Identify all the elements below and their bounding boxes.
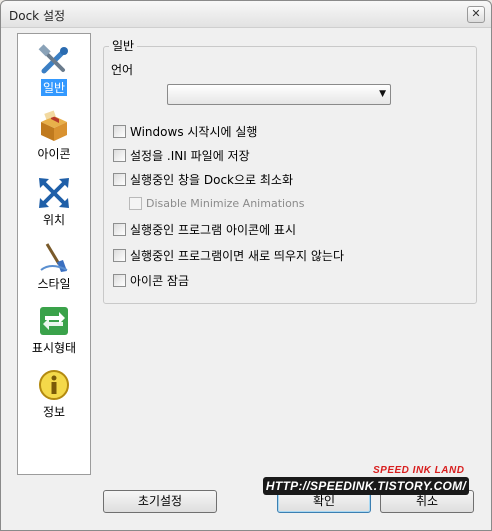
checkbox[interactable] xyxy=(113,273,126,287)
option-label: Disable Minimize Animations xyxy=(146,196,305,210)
sidebar-item-label: 표시형태 xyxy=(31,341,77,355)
tools-icon xyxy=(38,44,68,74)
sidebar-item-display[interactable]: 표시형태 xyxy=(18,300,90,362)
checkbox[interactable] xyxy=(113,148,126,162)
info-icon xyxy=(39,370,69,400)
package-icon xyxy=(41,110,67,141)
dropdown-arrow-icon: ▼ xyxy=(379,89,386,99)
checkbox[interactable] xyxy=(113,124,126,138)
sidebar-item-label: 아이콘 xyxy=(37,147,71,161)
checkbox[interactable] xyxy=(113,222,126,236)
swap-arrows-icon xyxy=(40,307,68,335)
option-run-on-startup[interactable]: Windows 시작시에 실행 xyxy=(113,122,257,140)
move-arrows-icon xyxy=(39,178,69,208)
option-disable-minimize-animations: Disable Minimize Animations xyxy=(129,194,305,212)
category-sidebar: 일반 아이콘 위치 스타일 표시형태 정보 xyxy=(17,33,91,475)
option-label: 아이콘 잠금 xyxy=(130,273,190,288)
reset-button[interactable]: 초기설정 xyxy=(103,490,217,513)
watermark-url: HTTP://SPEEDINK.TISTORY.COM/ xyxy=(263,477,469,495)
checkbox xyxy=(129,196,142,210)
checkbox[interactable] xyxy=(113,172,126,186)
sidebar-item-style[interactable]: 스타일 xyxy=(18,236,90,298)
close-button[interactable]: ✕ xyxy=(467,6,485,23)
sidebar-item-label: 정보 xyxy=(42,405,66,419)
sidebar-item-about[interactable]: 정보 xyxy=(18,364,90,426)
option-show-running-indicator[interactable]: 실행중인 프로그램 아이콘에 표시 xyxy=(113,220,296,238)
sidebar-item-position[interactable]: 위치 xyxy=(18,172,90,234)
option-minimize-to-dock[interactable]: 실행중인 창을 Dock으로 최소화 xyxy=(113,170,293,188)
option-label: 실행중인 프로그램이면 새로 띄우지 않는다 xyxy=(130,248,344,263)
option-label: 설정을 .INI 파일에 저장 xyxy=(130,148,250,163)
settings-window: Dock 설정 ✕ 일반 아이콘 위치 스타일 표시형태 정보 일반 언어 ▼ … xyxy=(0,0,492,531)
option-save-ini[interactable]: 설정을 .INI 파일에 저장 xyxy=(113,146,250,164)
title-bar[interactable]: Dock 설정 ✕ xyxy=(1,1,491,28)
language-label: 언어 xyxy=(111,63,134,77)
watermark-brand: SPEED INK LAND xyxy=(373,465,465,476)
sidebar-item-label: 스타일 xyxy=(37,277,71,291)
option-label: Windows 시작시에 실행 xyxy=(130,124,258,139)
sidebar-item-general[interactable]: 일반 xyxy=(18,40,90,102)
sidebar-item-label: 일반 xyxy=(40,79,68,96)
option-lock-icons[interactable]: 아이콘 잠금 xyxy=(113,271,189,289)
option-single-instance[interactable]: 실행중인 프로그램이면 새로 띄우지 않는다 xyxy=(113,246,344,264)
sidebar-item-label: 위치 xyxy=(42,213,66,227)
groupbox-title: 일반 xyxy=(109,37,138,54)
option-label: 실행중인 창을 Dock으로 최소화 xyxy=(130,172,294,187)
option-label: 실행중인 프로그램 아이콘에 표시 xyxy=(130,222,297,237)
checkbox[interactable] xyxy=(113,248,126,262)
window-title: Dock 설정 xyxy=(9,9,66,23)
language-select[interactable]: ▼ xyxy=(167,84,391,105)
paintbrush-icon xyxy=(40,243,68,272)
sidebar-item-icons[interactable]: 아이콘 xyxy=(18,106,90,168)
